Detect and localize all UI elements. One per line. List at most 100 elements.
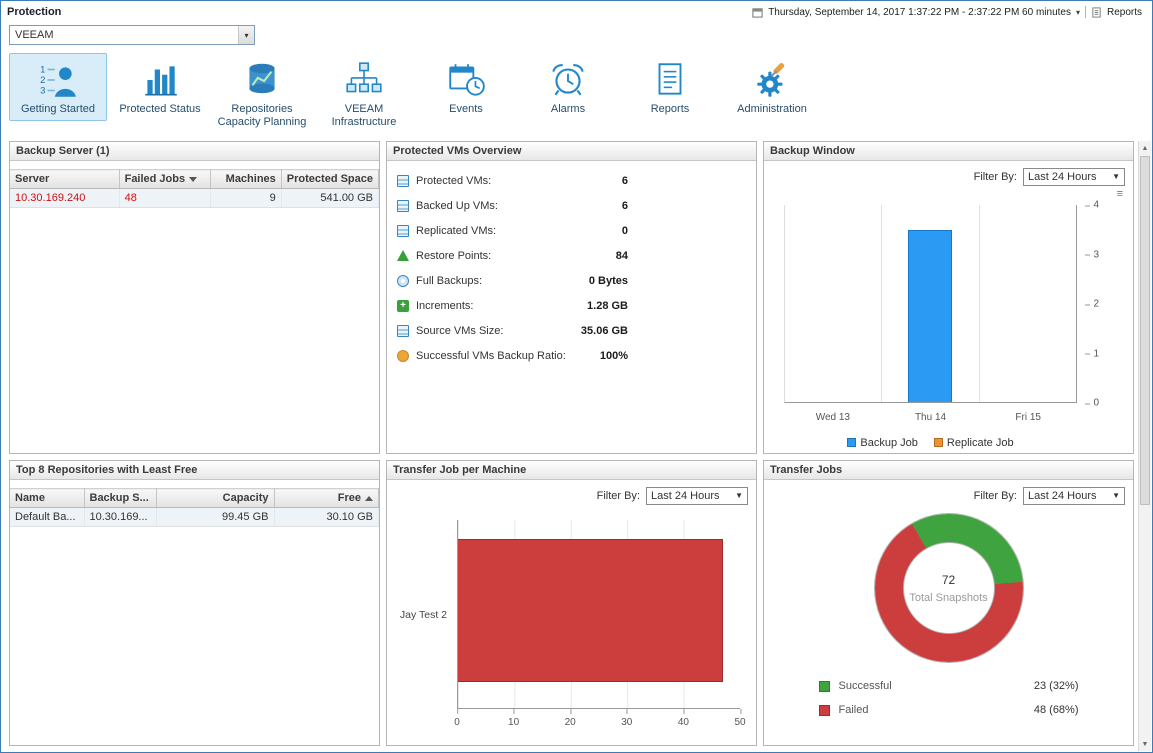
dashboard-selector[interactable]: VEEAM ▾: [9, 25, 255, 45]
panel-transfer-jobs: Transfer Jobs Filter By: Last 24 Hours ▼…: [763, 460, 1134, 746]
y-axis-tick: 3: [1093, 249, 1099, 260]
filter-value: Last 24 Hours: [1028, 490, 1096, 502]
stat-row: Protected VMs: 6: [387, 168, 756, 193]
stat-value: 84: [616, 250, 628, 262]
x-axis-tick: 20: [565, 717, 576, 728]
dropdown-arrow-icon: ▼: [1112, 491, 1120, 500]
legend-label: Successful: [839, 680, 892, 692]
column-header-backup-server[interactable]: Backup S...: [84, 489, 156, 508]
toolbar-item-repositories-capacity-planning[interactable]: Repositories Capacity Planning: [213, 53, 311, 133]
panel-transfer-job-per-machine: Transfer Job per Machine Filter By: Last…: [386, 460, 757, 746]
chart-column: [785, 205, 882, 402]
x-axis-label: Fri 15: [979, 412, 1077, 423]
table-row[interactable]: Default Ba... 10.30.169... 99.45 GB 30.1…: [10, 508, 379, 527]
legend-item-successful: Successful 23 (32%): [819, 680, 1079, 692]
filter-label: Filter By:: [597, 490, 640, 502]
stat-label: Backed Up VMs:: [416, 200, 498, 212]
stat-row: Source VMs Size: 35.06 GB: [387, 318, 756, 343]
stat-value: 0 Bytes: [589, 275, 628, 287]
y-axis-tick: 4: [1093, 200, 1099, 211]
toolbar-item-label: Alarms: [522, 103, 614, 116]
stat-row: Increments: 1.28 GB: [387, 293, 756, 318]
column-header-free[interactable]: Free: [274, 489, 379, 508]
vertical-scrollbar[interactable]: ▲ ▼: [1138, 141, 1151, 751]
top-right-controls: Thursday, September 14, 2017 1:37:22 PM …: [752, 6, 1142, 18]
x-axis-label: Thu 14: [882, 412, 980, 423]
column-label: Capacity: [223, 492, 269, 504]
column-header-protected-space[interactable]: Protected Space: [281, 170, 378, 189]
legend-value: 23 (32%): [1034, 680, 1079, 692]
time-range-selector[interactable]: Thursday, September 14, 2017 1:37:22 PM …: [768, 7, 1071, 18]
toolbar-item-alarms[interactable]: Alarms: [519, 53, 617, 121]
transfer-job-plot: [457, 520, 740, 709]
legend-label: Replicate Job: [947, 437, 1014, 449]
legend-value: 48 (68%): [1034, 704, 1079, 716]
toolbar-item-veeam-infrastructure[interactable]: VEEAM Infrastructure: [315, 53, 413, 133]
dropdown-arrow-icon: ▼: [1112, 172, 1120, 181]
donut-center-label: Total Snapshots: [909, 592, 987, 604]
events-icon: [420, 59, 512, 101]
cell-protected-space[interactable]: 541.00 GB: [281, 189, 378, 208]
filter-value: Last 24 Hours: [651, 490, 719, 502]
panel-title: Protected VMs Overview: [387, 142, 756, 161]
column-header-failed-jobs[interactable]: Failed Jobs: [119, 170, 210, 189]
chart-menu-icon[interactable]: ≡: [1117, 189, 1123, 200]
x-axis-tick: 50: [734, 717, 745, 728]
dashboard-panels: Backup Server (1) Server Failed Jobs Mac…: [9, 141, 1134, 746]
legend-swatch: [934, 438, 943, 447]
dropdown-arrow-icon[interactable]: ▾: [238, 26, 254, 44]
scrollbar-thumb[interactable]: [1140, 156, 1150, 505]
getting-started-icon: 123: [12, 59, 104, 101]
cell-machines[interactable]: 9: [210, 189, 281, 208]
svg-text:1: 1: [40, 65, 45, 76]
cell-server[interactable]: 10.30.169.240: [10, 189, 119, 208]
backup-ratio-icon: [397, 350, 409, 362]
table-row[interactable]: 10.30.169.240 48 9 541.00 GB: [10, 189, 379, 208]
panel-title: Transfer Job per Machine: [387, 461, 756, 480]
toolbar-item-reports[interactable]: Reports: [621, 53, 719, 121]
transfer-job-filter-select[interactable]: Last 24 Hours ▼: [646, 487, 748, 505]
filter-row: Filter By: Last 24 Hours ▼: [387, 480, 756, 506]
backup-window-filter-select[interactable]: Last 24 Hours ▼: [1023, 168, 1125, 186]
toolbar-item-events[interactable]: Events: [417, 53, 515, 121]
toolbar-item-administration[interactable]: Administration: [723, 53, 821, 121]
cell-capacity[interactable]: 99.45 GB: [156, 508, 274, 527]
column-label: Free: [338, 492, 361, 504]
cell-free[interactable]: 30.10 GB: [274, 508, 379, 527]
scrollbar-track[interactable]: [1139, 155, 1151, 737]
legend-item-replicate-job: Replicate Job: [934, 437, 1014, 449]
alarms-icon: [522, 59, 614, 101]
time-range-dropdown-icon[interactable]: ▾: [1076, 8, 1080, 17]
legend-label: Backup Job: [860, 437, 917, 449]
donut-center-value: 72: [942, 573, 955, 587]
stat-row: Successful VMs Backup Ratio: 100%: [387, 343, 756, 368]
column-label: Server: [15, 173, 49, 185]
filter-row: Filter By: Last 24 Hours ▼: [764, 161, 1133, 187]
column-label: Backup S...: [90, 492, 149, 504]
chart-legend: Backup Job Replicate Job: [772, 437, 1089, 449]
toolbar-item-protected-status[interactable]: Protected Status: [111, 53, 209, 121]
panel-top-repositories: Top 8 Repositories with Least Free Name …: [9, 460, 380, 746]
cell-name[interactable]: Default Ba...: [10, 508, 84, 527]
stat-label: Increments:: [416, 300, 473, 312]
column-header-name[interactable]: Name: [10, 489, 84, 508]
cell-failed-jobs[interactable]: 48: [119, 189, 210, 208]
scroll-up-button[interactable]: ▲: [1139, 141, 1151, 155]
column-header-server[interactable]: Server: [10, 170, 119, 189]
x-axis-tick: 30: [621, 717, 632, 728]
transfer-jobs-filter-select[interactable]: Last 24 Hours ▼: [1023, 487, 1125, 505]
legend-swatch: [847, 438, 856, 447]
reports-button[interactable]: Reports: [1107, 7, 1142, 18]
sort-asc-icon: [365, 496, 373, 501]
filter-label: Filter By:: [974, 171, 1017, 183]
column-header-machines[interactable]: Machines: [210, 170, 281, 189]
toolbar-item-label: Events: [420, 103, 512, 116]
legend-item-failed: Failed 48 (68%): [819, 704, 1079, 716]
scroll-down-button[interactable]: ▼: [1139, 737, 1151, 751]
column-header-capacity[interactable]: Capacity: [156, 489, 274, 508]
toolbar-item-getting-started[interactable]: 123 Getting Started: [9, 53, 107, 121]
administration-icon: [726, 59, 818, 101]
column-label: Name: [15, 492, 45, 504]
cell-backup-server[interactable]: 10.30.169...: [84, 508, 156, 527]
stat-row: Backed Up VMs: 6: [387, 193, 756, 218]
